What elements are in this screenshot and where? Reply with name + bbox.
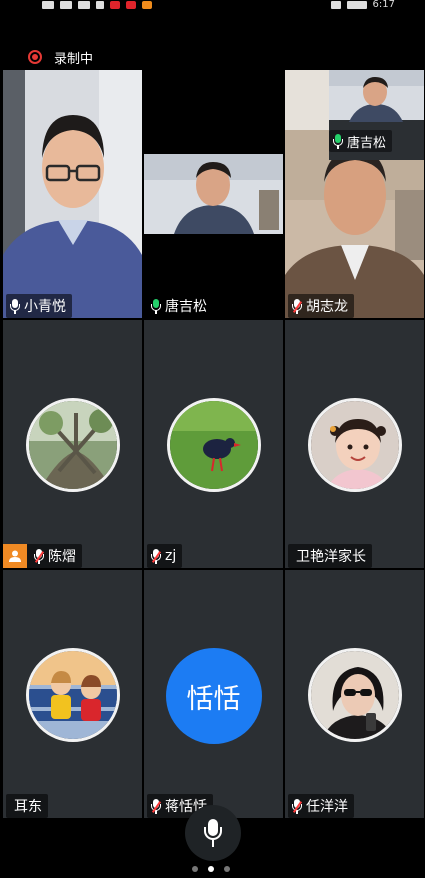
participant-name: 唐吉松: [165, 299, 207, 315]
participant-name-tag: 胡志龙: [288, 294, 354, 318]
participant-grid: 小青悦 唐吉松 唐吉松 胡志龙 陈熠 zj 卫艳洋家长 耳东 恬恬 蒋恬恬 任洋…: [3, 70, 424, 820]
pip-name: 唐吉松: [347, 135, 387, 151]
host-icon: [3, 544, 27, 568]
page-dot[interactable]: [224, 866, 230, 872]
mic-muted-icon: [292, 798, 302, 814]
app-notification-icon: [126, 1, 136, 9]
signal-icon: [60, 1, 72, 9]
participant-tile[interactable]: 唐吉松: [144, 70, 283, 318]
participant-name-tag: 唐吉松: [147, 294, 213, 318]
participant-name-tag: 任洋洋: [288, 794, 354, 818]
mic-muted-icon: [34, 548, 44, 564]
location-icon: [96, 1, 104, 9]
wifi-icon: [78, 1, 90, 9]
participant-name: 胡志龙: [306, 299, 348, 315]
bird-photo-avatar: [166, 398, 261, 492]
participant-tile[interactable]: 耳东: [3, 570, 142, 818]
page-dot-active[interactable]: [208, 866, 214, 872]
participant-tile[interactable]: 任洋洋: [285, 570, 424, 818]
participant-tile[interactable]: 小青悦: [3, 70, 142, 318]
recording-indicator[interactable]: 录制中: [0, 44, 93, 70]
participant-video: [144, 70, 283, 318]
tree-photo-avatar: [25, 398, 120, 492]
record-icon: [28, 50, 42, 64]
participant-video: [3, 70, 142, 318]
kids-photo-avatar: [25, 648, 120, 742]
participant-name-tag: 耳东: [6, 794, 48, 818]
pip-self-view[interactable]: 唐吉松: [329, 70, 424, 160]
woman-photo-avatar: [307, 648, 402, 742]
participant-tile[interactable]: 卫艳洋家长: [285, 320, 424, 568]
participant-name-tag: 陈熠: [3, 544, 82, 568]
participant-tile[interactable]: zj: [144, 320, 283, 568]
status-left-icons: [42, 0, 152, 10]
app-notification-icon: [142, 1, 152, 9]
mic-speaking-icon: [151, 298, 161, 314]
child-photo-avatar: [307, 398, 402, 492]
participant-name-tag: zj: [147, 544, 183, 568]
participant-name: 卫艳洋家长: [296, 549, 366, 565]
app-notification-icon: [110, 1, 120, 9]
status-bar: 6:17: [0, 0, 425, 14]
participant-tile[interactable]: 唐吉松 胡志龙: [285, 70, 424, 318]
mic-muted-icon: [151, 798, 161, 814]
text-avatar: 恬恬: [165, 648, 262, 744]
mic-speaking-icon: [333, 133, 343, 149]
participant-name: 陈熠: [48, 549, 76, 565]
microphone-button[interactable]: [185, 805, 241, 861]
mic-muted-icon: [292, 298, 302, 314]
pip-name-tag: 唐吉松: [329, 130, 393, 152]
mic-icon: [10, 298, 20, 314]
participant-tile[interactable]: 陈熠: [3, 320, 142, 568]
alarm-icon: [330, 1, 341, 9]
notification-icon: [42, 1, 54, 9]
page-dot[interactable]: [192, 866, 198, 872]
participant-name: 耳东: [14, 799, 42, 815]
mic-muted-icon: [151, 548, 161, 564]
page-indicator[interactable]: [192, 866, 230, 872]
participant-name-tag: 卫艳洋家长: [288, 544, 372, 568]
recording-label: 录制中: [54, 51, 94, 67]
participant-name: 小青悦: [24, 299, 66, 315]
participant-tile[interactable]: 恬恬 蒋恬恬: [144, 570, 283, 818]
participant-name: 任洋洋: [306, 799, 348, 815]
participant-name-tag: 小青悦: [6, 294, 72, 318]
status-time: 6:17: [372, 0, 395, 10]
microphone-icon: [204, 819, 222, 847]
battery-icon: [346, 1, 367, 9]
status-right-icons: 6:17: [330, 0, 395, 10]
participant-name: zj: [165, 548, 177, 564]
